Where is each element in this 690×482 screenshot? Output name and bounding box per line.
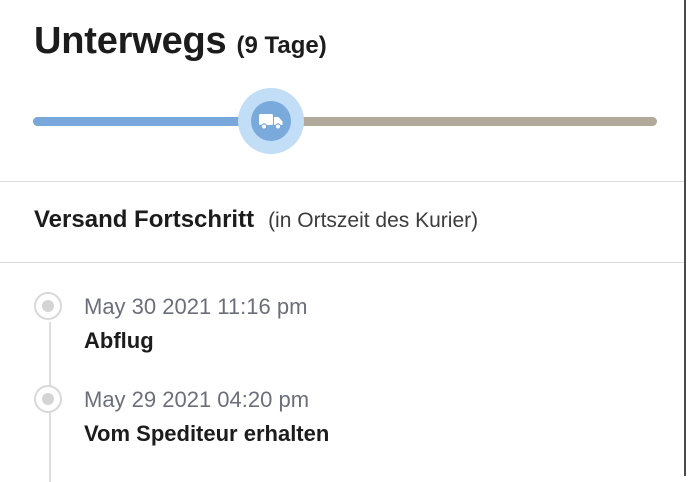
shipment-card: Unterwegs (9 Tage) Versand Fortschritt (… (0, 0, 684, 482)
event-label: Vom Spediteur erhalten (84, 421, 330, 446)
shipping-progress-title: Versand Fortschritt (34, 206, 255, 233)
shipping-progress-header: Versand Fortschritt (in Ortszeit des Kur… (34, 206, 478, 234)
divider (0, 262, 684, 263)
progress-marker-inner (251, 101, 292, 141)
progress-marker (238, 88, 305, 154)
event-label: Abflug (84, 328, 154, 353)
timeline-dot (34, 292, 62, 320)
page-edge (684, 0, 686, 476)
divider (0, 181, 684, 182)
status-duration: (9 Tage) (236, 32, 327, 59)
timezone-note: (in Ortszeit des Kurier) (268, 209, 479, 232)
progress-fill (33, 117, 272, 126)
status-title: Unterwegs (34, 20, 227, 62)
truck-icon (259, 114, 283, 130)
timeline-dot (34, 385, 62, 413)
event-time: May 29 2021 04:20 pm (84, 387, 310, 412)
status-header: Unterwegs (9 Tage) (34, 20, 327, 63)
shipment-progress-bar (33, 88, 657, 154)
event-time: May 30 2021 11:16 pm (84, 294, 308, 319)
